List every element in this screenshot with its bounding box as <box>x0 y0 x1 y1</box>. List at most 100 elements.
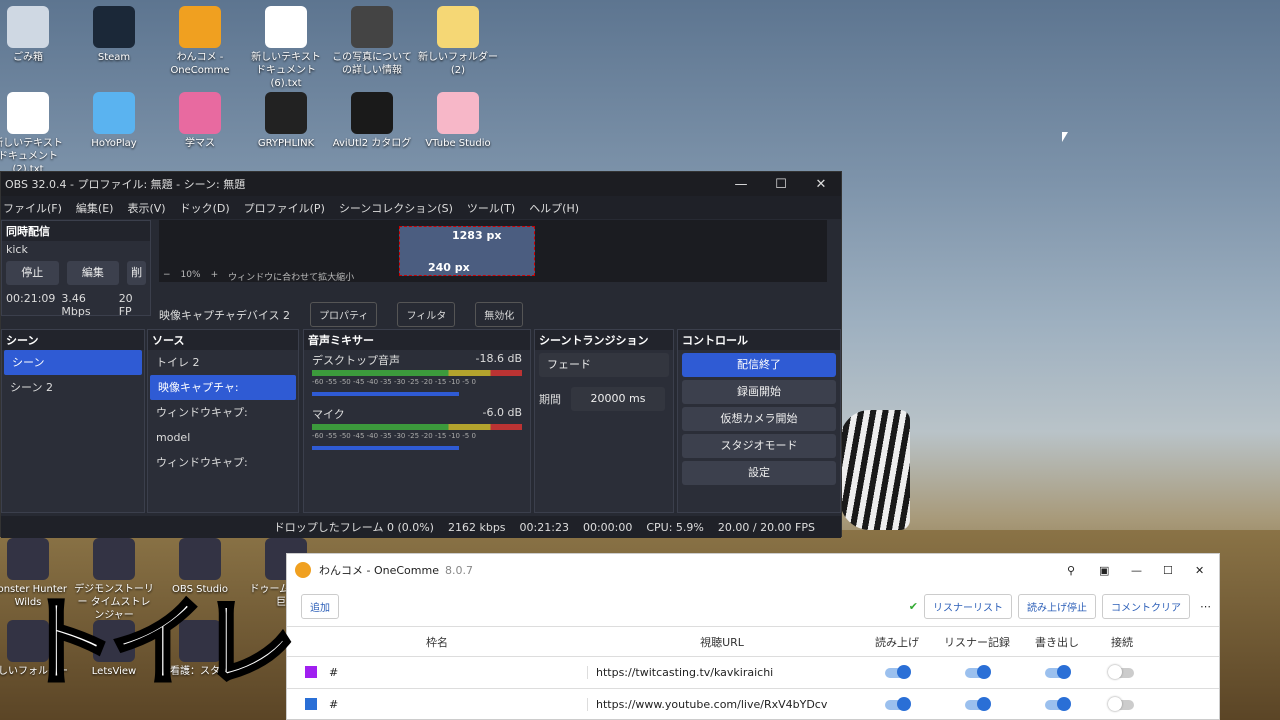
bitrate: 2162 kbps <box>447 520 506 534</box>
icon-label: 新しいフォルダー (2) <box>418 52 498 76</box>
menu-item[interactable]: 表示(V) <box>127 200 165 216</box>
app-icon <box>265 6 307 48</box>
simul-stats: 00:21:09 3.46 Mbps 20 FP <box>2 288 150 322</box>
desktop-icon[interactable]: Steam <box>74 6 154 64</box>
desktop-icon[interactable]: HoYoPlay <box>74 92 154 150</box>
desktop-icon[interactable]: 学マス <box>160 92 240 150</box>
desktop-icon[interactable]: VTube Studio <box>418 92 498 150</box>
desktop-icon[interactable]: 新しいテキスト ドキュメント (6).txt <box>246 6 326 90</box>
menu-item[interactable]: シーンコレクション(S) <box>339 200 453 216</box>
icon-label: HoYoPlay <box>91 138 137 149</box>
desktop-icon[interactable]: AviUtl2 カタログ <box>332 92 412 150</box>
volume-slider[interactable] <box>312 446 459 450</box>
record-button[interactable]: 録画開始 <box>682 380 836 404</box>
properties-button[interactable]: プロパティ <box>310 302 378 327</box>
zoom-out-icon[interactable]: − <box>163 270 171 283</box>
table-row[interactable]: # https://twitcasting.tv/kavkiraichi <box>287 656 1219 688</box>
channel-db: -18.6 dB <box>475 352 523 365</box>
col-name: 枠名 <box>426 635 448 649</box>
controls-dock: コントロール 配信終了 録画開始 仮想カメラ開始 スタジオモード 設定 <box>677 329 841 513</box>
menu-item[interactable]: プロファイル(P) <box>244 200 325 216</box>
width-label: 1283 px <box>452 229 502 242</box>
close-icon[interactable]: ✕ <box>801 177 841 192</box>
transition-select[interactable]: フェード <box>539 353 669 377</box>
source-item[interactable]: ウィンドウキャプ: <box>148 400 298 425</box>
obs-statusbar: ドロップしたフレーム 0 (0.0%) 2162 kbps 00:21:23 0… <box>1 516 841 538</box>
source-item[interactable]: model <box>148 425 298 450</box>
connect-toggle[interactable] <box>1108 696 1134 711</box>
scene-item[interactable]: シーン 2 <box>2 375 144 400</box>
source-item[interactable]: ウィンドウキャプ: <box>148 450 298 475</box>
color-swatch[interactable] <box>305 698 317 710</box>
volume-slider[interactable] <box>312 392 459 396</box>
desktop-icon[interactable]: 新しいテキスト ドキュメント (2).txt <box>0 92 68 176</box>
menu-item[interactable]: ツール(T) <box>467 200 515 216</box>
desktop-icon[interactable]: ごみ箱 <box>0 6 68 64</box>
menu-item[interactable]: ヘルプ(H) <box>529 200 579 216</box>
disable-button[interactable]: 無効化 <box>475 302 524 327</box>
url-field[interactable]: https://www.youtube.com/live/RxV4bYDcv <box>587 698 857 711</box>
connect-toggle[interactable] <box>1108 664 1134 679</box>
pin-icon[interactable]: ⚲ <box>1067 564 1099 577</box>
desktop-icon[interactable]: わんコメ - OneComme <box>160 6 240 77</box>
volume-meter <box>312 424 522 430</box>
source-item[interactable]: トイレ 2 <box>148 350 298 375</box>
menu-item[interactable]: ドック(D) <box>180 200 230 216</box>
channel-name: デスクトップ音声 <box>312 354 400 367</box>
mixer-channel: マイク -6.0 dB -60 -55 -50 -45 -40 -35 -30 -2… <box>312 406 522 450</box>
export-toggle[interactable] <box>1045 664 1071 679</box>
zoom-in-icon[interactable]: + <box>211 270 219 283</box>
menu-item[interactable]: ファイル(F) <box>3 200 62 216</box>
stop-button[interactable]: 停止 <box>6 261 59 285</box>
icon-label: ごみ箱 <box>13 52 43 63</box>
preview-canvas[interactable]: 1283 px 240 px − 10% + ウィンドウに合わせて拡大縮小 <box>159 220 827 283</box>
layout-icon[interactable]: ▣ <box>1099 564 1131 577</box>
listener-toggle[interactable] <box>965 696 991 711</box>
studio-mode-button[interactable]: スタジオモード <box>682 434 836 458</box>
virtual-camera-button[interactable]: 仮想カメラ開始 <box>682 407 836 431</box>
export-toggle[interactable] <box>1045 696 1071 711</box>
table-row[interactable]: # https://www.youtube.com/live/RxV4bYDcv <box>287 688 1219 720</box>
sources-dock: ソース トイレ 2 映像キャプチャ: ウィンドウキャプ: model ウィンドウキャプ: <box>147 329 299 513</box>
close-icon[interactable]: ✕ <box>1195 564 1219 577</box>
minimize-icon[interactable]: — <box>721 177 761 192</box>
source-item[interactable]: 映像キャプチャ: <box>150 375 296 400</box>
settings-button[interactable]: 設定 <box>682 461 836 485</box>
frame-name[interactable]: # <box>329 698 338 711</box>
url-field[interactable]: https://twitcasting.tv/kavkiraichi <box>587 666 857 679</box>
col-connect: 接続 <box>1111 635 1133 649</box>
listener-toggle[interactable] <box>965 664 991 679</box>
edit-button[interactable]: 編集 <box>66 261 120 285</box>
dock-title: 同時配信 <box>2 221 150 241</box>
stop-reading-button[interactable]: 読み上げ停止 <box>1018 593 1096 619</box>
color-swatch[interactable] <box>305 666 317 678</box>
source-thumbnail[interactable]: 1283 px 240 px <box>399 226 535 276</box>
minimize-icon[interactable]: — <box>1131 564 1163 577</box>
read-toggle[interactable] <box>885 696 911 711</box>
simul-rate: 3.46 Mbps <box>61 292 91 318</box>
app-icon <box>437 92 479 134</box>
maximize-icon[interactable]: ☐ <box>1163 564 1195 577</box>
desktop-icon[interactable]: GRYPHLINK <box>246 92 326 150</box>
scene-item[interactable]: シーン <box>4 350 142 375</box>
maximize-icon[interactable]: ☐ <box>761 177 801 192</box>
more-icon[interactable]: ⋯ <box>1200 600 1211 613</box>
frame-name[interactable]: # <box>329 666 338 679</box>
stop-stream-button[interactable]: 配信終了 <box>682 353 836 377</box>
scenes-title: シーン <box>2 330 144 350</box>
icon-label: 学マス <box>185 138 215 149</box>
listener-list-button[interactable]: リスナーリスト <box>924 593 1012 619</box>
filters-button[interactable]: フィルタ <box>397 302 456 327</box>
menu-item[interactable]: 編集(E) <box>76 200 114 216</box>
desktop-icon[interactable]: 新しいフォルダー (2) <box>418 6 498 77</box>
fit-label[interactable]: ウィンドウに合わせて拡大縮小 <box>228 270 354 283</box>
desktop-icon[interactable]: この写真についての詳しい情報 <box>332 6 412 77</box>
table-header: 枠名 視聴URL 読み上げ リスナー記録 書き出し 接続 <box>287 626 1219 656</box>
delete-button[interactable]: 削 <box>127 261 146 285</box>
duration-input[interactable]: 20000 ms <box>571 387 665 411</box>
icon-label: AviUtl2 カタログ <box>332 138 412 149</box>
record-time: 00:00:00 <box>582 520 633 534</box>
clear-comments-button[interactable]: コメントクリア <box>1102 593 1190 619</box>
add-button[interactable]: 追加 <box>301 593 339 619</box>
read-toggle[interactable] <box>885 664 911 679</box>
